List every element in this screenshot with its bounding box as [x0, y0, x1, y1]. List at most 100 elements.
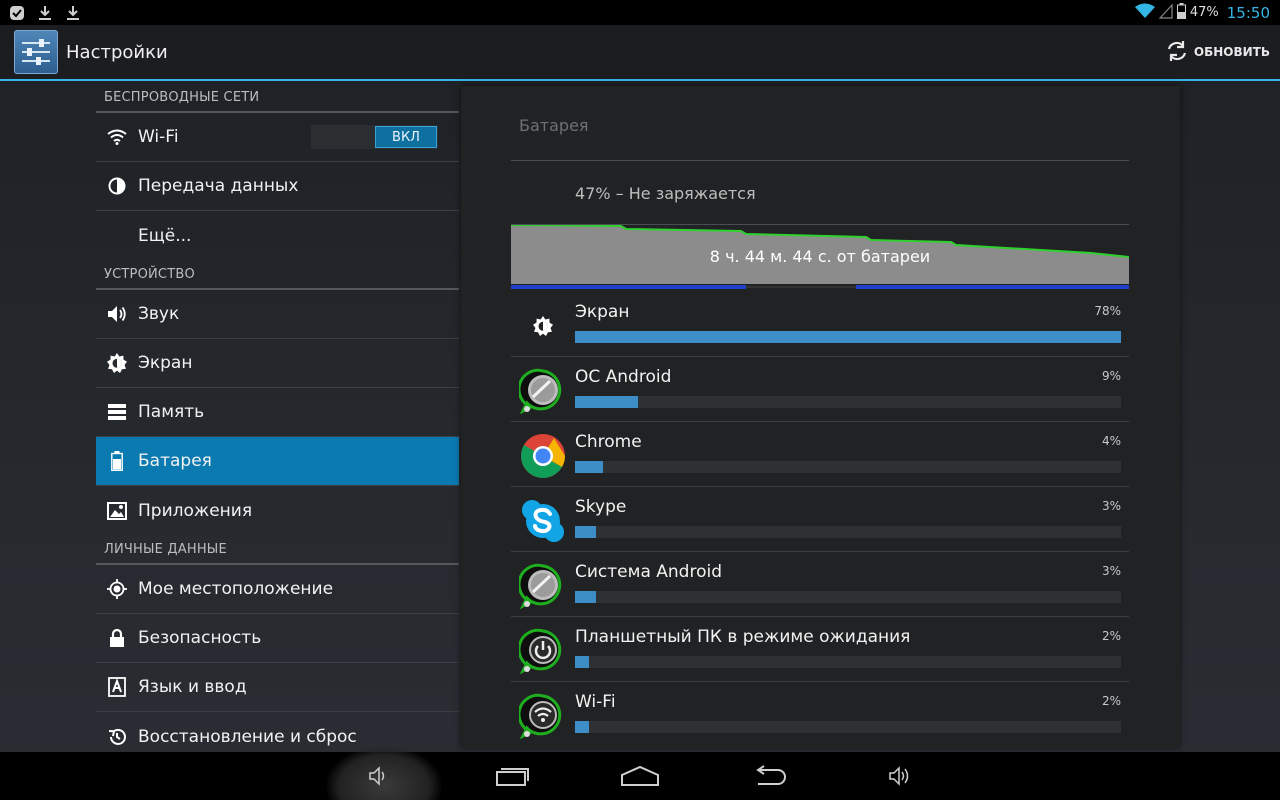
section-header-wireless: БЕСПРОВОДНЫЕ СЕТИ	[96, 83, 459, 113]
usage-bar-fill	[575, 396, 638, 408]
settings-item-label: Wi-Fi	[138, 127, 179, 147]
battery-panel: Батарея 47% – Не заряжается 8 ч. 44 м. 4…	[461, 86, 1180, 748]
settings-item-label: Передача данных	[138, 176, 299, 196]
usage-percent: 3%	[1101, 564, 1121, 578]
usage-bar-track	[575, 461, 1121, 473]
battery-icon	[1176, 2, 1186, 23]
volume-up-icon[interactable]	[880, 760, 920, 792]
usage-row-standby[interactable]: Планшетный ПК в режиме ожидания 2%	[511, 617, 1129, 682]
settings-item-data-usage[interactable]: Передача данных	[96, 162, 459, 211]
notification-icons[interactable]	[8, 4, 82, 22]
usage-bar-track	[575, 331, 1121, 343]
settings-item-label: Язык и ввод	[138, 677, 247, 697]
status-bar: 47% 15:50	[0, 0, 1280, 25]
usage-row-android-os[interactable]: ОС Android 9%	[511, 357, 1129, 422]
settings-item-label: Батарея	[138, 451, 212, 471]
settings-item-security[interactable]: Безопасность	[96, 614, 459, 663]
usage-bar-fill	[575, 591, 596, 603]
settings-item-storage[interactable]: Память	[96, 388, 459, 437]
brightness-icon	[519, 302, 567, 350]
usage-bar-fill	[575, 331, 1121, 343]
usage-percent: 2%	[1101, 694, 1121, 708]
usage-bar-fill	[575, 721, 589, 733]
usage-row-skype[interactable]: Skype 3%	[511, 487, 1129, 552]
wifi-icon	[106, 126, 128, 148]
page-title: Настройки	[66, 41, 168, 63]
screen-on-bar	[511, 285, 746, 289]
clock: 15:50	[1226, 3, 1270, 22]
location-icon	[106, 578, 128, 600]
battery-percent-text: 47%	[1189, 5, 1219, 20]
battery-history-graph[interactable]: 8 ч. 44 м. 44 с. от батареи	[510, 224, 1130, 291]
settings-item-apps[interactable]: Приложения	[96, 486, 459, 535]
settings-item-label: Звук	[138, 304, 180, 324]
settings-item-label: Ещё...	[138, 225, 192, 246]
settings-item-sound[interactable]: Звук	[96, 290, 459, 339]
refresh-button[interactable]: ОБНОВИТЬ	[1166, 40, 1270, 65]
settings-app-icon[interactable]	[14, 30, 58, 74]
usage-row-android-system[interactable]: Система Android 3%	[511, 552, 1129, 617]
usage-percent: 3%	[1101, 499, 1121, 513]
usage-row-wifi[interactable]: Wi-Fi 2%	[511, 682, 1129, 747]
usage-name: Chrome	[575, 432, 642, 452]
volume-icon	[106, 303, 128, 325]
wifi-toggle[interactable]: ВКЛ	[311, 125, 438, 149]
lock-icon	[106, 627, 128, 649]
settings-item-label: Экран	[138, 353, 193, 373]
settings-item-label: Безопасность	[138, 628, 262, 648]
brightness-icon	[106, 352, 128, 374]
data-usage-icon	[106, 175, 128, 197]
usage-bar-track	[575, 721, 1121, 733]
wifi-icon	[1134, 3, 1155, 23]
restore-icon	[106, 726, 128, 748]
settings-list[interactable]: БЕСПРОВОДНЫЕ СЕТИ Wi-Fi ВКЛ Передача дан…	[96, 83, 459, 752]
signal-icon	[1158, 2, 1173, 23]
screen-on-bar	[856, 285, 1129, 289]
settings-item-location[interactable]: Мое местоположение	[96, 565, 459, 614]
divider	[511, 160, 1129, 161]
settings-item-display[interactable]: Экран	[96, 339, 459, 388]
usage-percent: 78%	[1094, 304, 1121, 318]
battery-status: 47% – Не заряжается	[575, 184, 756, 203]
usage-row-chrome[interactable]: Chrome 4%	[511, 422, 1129, 487]
android-system-icon	[517, 562, 567, 610]
download-icon[interactable]	[64, 4, 82, 22]
refresh-label: ОБНОВИТЬ	[1193, 45, 1270, 59]
screen-on-bar	[746, 286, 856, 288]
usage-name: Wi-Fi	[575, 692, 616, 712]
volume-down-icon[interactable]	[358, 760, 398, 792]
back-icon[interactable]	[748, 760, 788, 792]
battery-time-label: 8 ч. 44 м. 44 с. от батареи	[709, 247, 931, 266]
language-icon	[106, 676, 128, 698]
usage-bar-fill	[575, 656, 589, 668]
settings-item-battery[interactable]: Батарея	[96, 437, 459, 486]
usage-bar-track	[575, 396, 1121, 408]
usage-percent: 4%	[1101, 434, 1121, 448]
settings-item-label: Память	[138, 402, 205, 422]
battery-panel-title: Батарея	[519, 116, 589, 135]
settings-item-label: Восстановление и сброс	[138, 726, 357, 747]
apps-icon	[106, 500, 128, 522]
settings-item-language[interactable]: Язык и ввод	[96, 663, 459, 712]
recent-apps-icon[interactable]	[493, 760, 533, 792]
section-header-personal: ЛИЧНЫЕ ДАННЫЕ	[96, 535, 459, 565]
settings-item-more[interactable]: Ещё...	[96, 211, 459, 260]
android-os-icon	[517, 367, 567, 415]
usage-name: ОС Android	[575, 367, 672, 387]
usage-name: Планшетный ПК в режиме ожидания	[575, 627, 911, 647]
home-icon[interactable]	[620, 760, 660, 792]
chrome-icon	[519, 432, 567, 480]
storage-icon	[106, 401, 128, 423]
settings-item-backup-reset[interactable]: Восстановление и сброс	[96, 712, 459, 752]
action-bar: Настройки ОБНОВИТЬ	[0, 25, 1280, 81]
usage-name: Система Android	[575, 562, 722, 582]
settings-item-wifi[interactable]: Wi-Fi ВКЛ	[96, 113, 459, 162]
checkmark-notification-icon[interactable]	[8, 4, 26, 22]
usage-bar-fill	[575, 461, 603, 473]
settings-item-label: Мое местоположение	[138, 579, 334, 599]
download-icon[interactable]	[36, 4, 54, 22]
battery-icon	[106, 450, 128, 472]
usage-bar-track	[575, 526, 1121, 538]
usage-row-screen[interactable]: Экран 78%	[511, 292, 1129, 357]
wifi-usage-icon	[517, 692, 567, 740]
